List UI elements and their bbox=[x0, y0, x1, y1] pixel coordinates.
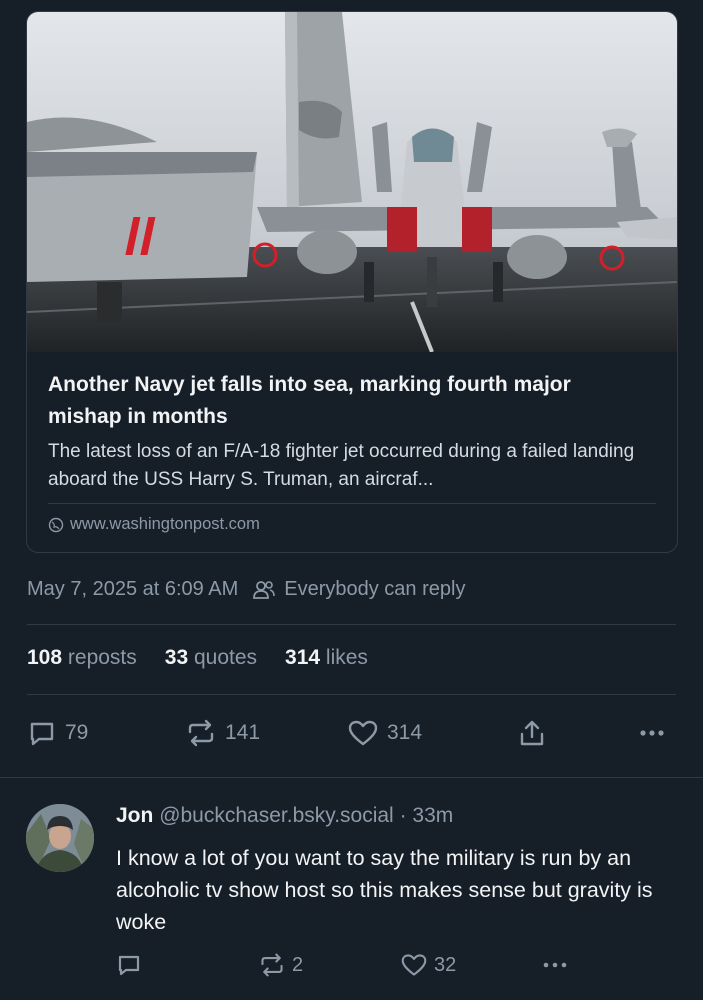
repost-icon bbox=[261, 953, 283, 977]
article-title[interactable]: Another Navy jet falls into sea, marking… bbox=[48, 369, 648, 433]
reply-like-button[interactable]: 32 bbox=[400, 952, 456, 978]
share-icon bbox=[520, 720, 544, 746]
reply-reply-button[interactable] bbox=[116, 952, 142, 978]
reply-setting-text: Everybody can reply bbox=[284, 578, 466, 600]
reply-repost-count: 2 bbox=[292, 953, 304, 976]
divider bbox=[27, 694, 676, 695]
reply-more-button[interactable] bbox=[540, 952, 570, 978]
repost-icon bbox=[188, 719, 214, 747]
ellipsis-icon bbox=[640, 730, 664, 736]
post-timestamp[interactable]: May 7, 2025 at 6:09 AM bbox=[27, 578, 238, 601]
reply-setting: Everybody can reply bbox=[252, 578, 465, 601]
ellipsis-icon bbox=[543, 962, 567, 968]
reposts-count: 108 bbox=[27, 646, 63, 669]
reposts-stat[interactable]: 108 reposts bbox=[27, 646, 137, 670]
user-avatar-image bbox=[26, 804, 94, 872]
like-button[interactable]: 314 bbox=[347, 718, 422, 748]
reply-time[interactable]: 33m bbox=[412, 804, 453, 827]
comment-icon bbox=[30, 722, 54, 746]
likes-label: likes bbox=[325, 646, 368, 669]
repost-button[interactable]: 141 bbox=[185, 718, 260, 748]
avatar[interactable] bbox=[26, 804, 94, 872]
article-domain[interactable]: www.washingtonpost.com bbox=[48, 515, 260, 534]
reply-actions: 2 32 bbox=[116, 952, 676, 982]
author-name[interactable]: Jon bbox=[116, 804, 153, 827]
heart-icon bbox=[401, 954, 427, 976]
reply-header: Jon @buckchaser.bsky.social · 33m bbox=[116, 804, 453, 828]
reply-repost-button[interactable]: 2 bbox=[258, 952, 303, 978]
article-image bbox=[27, 12, 677, 352]
engagement-stats: 108 reposts 33 quotes 314 likes bbox=[27, 646, 368, 670]
reply-text: I know a lot of you want to say the mili… bbox=[116, 846, 653, 934]
separator-dot: · bbox=[399, 804, 407, 827]
domain-text: www.washingtonpost.com bbox=[70, 515, 260, 533]
quotes-label: quotes bbox=[193, 646, 258, 669]
link-preview-card[interactable]: Another Navy jet falls into sea, marking… bbox=[26, 11, 678, 553]
reply-count: 79 bbox=[65, 721, 89, 744]
like-count: 314 bbox=[387, 721, 423, 744]
likes-count: 314 bbox=[285, 646, 321, 669]
more-options-button[interactable] bbox=[637, 718, 667, 748]
card-divider bbox=[48, 503, 656, 504]
people-icon bbox=[253, 580, 276, 599]
author-handle[interactable]: @buckchaser.bsky.social bbox=[159, 804, 394, 827]
article-description: The latest loss of an F/A-18 fighter jet… bbox=[48, 441, 635, 490]
reply-post[interactable]: Jon @buckchaser.bsky.social · 33m I know… bbox=[0, 778, 703, 1000]
divider bbox=[27, 624, 676, 625]
heart-icon bbox=[348, 720, 378, 746]
globe-icon bbox=[48, 517, 64, 532]
likes-stat[interactable]: 314 likes bbox=[285, 646, 368, 670]
reposts-label: reposts bbox=[67, 646, 137, 669]
post-actions: 79 141 314 bbox=[27, 718, 677, 754]
repost-count: 141 bbox=[225, 721, 261, 744]
quotes-stat[interactable]: 33 quotes bbox=[165, 646, 257, 670]
post-meta: May 7, 2025 at 6:09 AM Everybody can rep… bbox=[27, 578, 465, 601]
reply-button[interactable]: 79 bbox=[27, 718, 88, 748]
comment-icon bbox=[118, 955, 140, 976]
quotes-count: 33 bbox=[164, 646, 189, 669]
reply-like-count: 32 bbox=[434, 953, 457, 976]
share-button[interactable] bbox=[517, 718, 547, 748]
